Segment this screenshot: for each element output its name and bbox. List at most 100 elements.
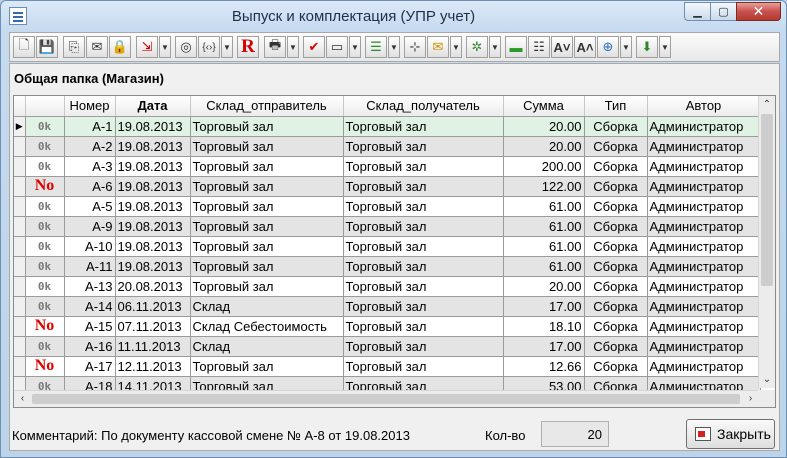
header-date[interactable]: Дата [115,96,191,117]
sum-cell: 61.00 [503,236,585,257]
gear-icon[interactable]: ✲ [466,36,488,58]
table-row[interactable]: 0k А-11 19.08.2013 Торговый зал Торговый зал… [14,256,761,277]
envelope-dropdown-icon[interactable]: ▼ [450,36,462,58]
receiver-cell: Торговый зал [343,196,504,217]
vertical-scroll-thumb[interactable] [761,114,773,286]
header-number[interactable]: Номер [64,96,116,117]
brackets-dropdown-icon[interactable]: ▼ [221,36,233,58]
type-cell: Сборка [584,236,648,257]
exit-icon [695,427,711,441]
documents-grid[interactable]: Номер Дата Склад_отправитель Склад_получ… [13,95,776,408]
table-row[interactable]: ▶ 0k А-1 19.08.2013 Торговый зал Торговый зал… [14,116,761,137]
date-cell: 19.08.2013 [115,236,191,257]
scroll-up-icon[interactable]: ⌃ [759,96,775,113]
new-doc-icon[interactable]: 🗋 [13,36,35,58]
title-bar[interactable]: Выпуск и комплектация (УПР учет) ▁ ▢ ✕ [1,1,786,31]
status-cell: 0k [25,156,65,177]
close-window-button[interactable]: ✕ [736,2,781,21]
table-row[interactable]: 0k А-16 11.11.2013 Склад Торговый зал 17.00 Сб… [14,336,761,357]
table-row[interactable]: No А-17 12.11.2013 Торговый зал Торговый зал… [14,356,761,377]
header-author[interactable]: Автор [647,96,761,117]
receiver-cell: Торговый зал [343,336,504,357]
gear-dropdown-icon[interactable]: ▼ [489,36,501,58]
row-indicator [14,336,26,357]
download-dropdown-icon[interactable]: ▼ [659,36,671,58]
maximize-button[interactable]: ▢ [710,2,737,21]
list-dropdown-icon[interactable]: ▼ [388,36,400,58]
print-icon[interactable]: 🖶 [264,36,286,58]
sender-cell: Торговый зал [190,156,344,177]
import-dropdown-icon[interactable]: ▼ [159,36,171,58]
header-status[interactable] [25,96,65,117]
horizontal-scrollbar[interactable]: ‹ › [14,390,759,407]
download-icon[interactable]: ⬇ [636,36,658,58]
mail-icon[interactable]: ✉ [86,36,108,58]
scroll-down-icon[interactable]: ⌄ [759,371,775,388]
table-row[interactable]: 0k А-3 19.08.2013 Торговый зал Торговый зал 2… [14,156,761,177]
folder-icon[interactable]: ▬ [505,36,527,58]
scroll-right-icon[interactable]: › [742,391,759,407]
network-dropdown-icon[interactable]: ▼ [620,36,632,58]
table-row[interactable]: 0k А-14 06.11.2013 Склад Торговый зал 17.00 Сб… [14,296,761,317]
card-icon[interactable]: ▭ [326,36,348,58]
author-cell: Администратор [647,296,761,317]
table-row[interactable]: No А-6 19.08.2013 Торговый зал Торговый зал 1… [14,176,761,197]
lock-icon[interactable]: 🔒 [109,36,131,58]
date-cell: 19.08.2013 [115,116,191,137]
font-down-icon[interactable]: A˅ [551,36,573,58]
sum-cell: 61.00 [503,196,585,217]
print-dropdown-icon[interactable]: ▼ [287,36,299,58]
status-cell: 0k [25,336,65,357]
status-cell: 0k [25,116,65,137]
copy-icon[interactable]: ⎘ [63,36,85,58]
font-up-icon[interactable]: A˄ [574,36,596,58]
type-cell: Сборка [584,256,648,277]
receiver-cell: Торговый зал [343,296,504,317]
network-icon[interactable]: ⊕ [597,36,619,58]
number-cell: А-13 [64,276,116,297]
receiver-cell: Торговый зал [343,256,504,277]
author-cell: Администратор [647,236,761,257]
sender-cell: Торговый зал [190,176,344,197]
check-icon[interactable]: ✔ [303,36,325,58]
date-cell: 19.08.2013 [115,256,191,277]
status-cell: 0k [25,216,65,237]
envelope-icon[interactable]: ✉ [427,36,449,58]
type-cell: Сборка [584,316,648,337]
table-row[interactable]: 0k А-5 19.08.2013 Торговый зал Торговый зал 6… [14,196,761,217]
save-icon[interactable]: 💾 [36,36,58,58]
scroll-left-icon[interactable]: ‹ [14,391,31,407]
author-cell: Администратор [647,256,761,277]
header-sum[interactable]: Сумма [503,96,585,117]
horizontal-scroll-thumb[interactable] [32,394,740,404]
list-color-icon[interactable]: ☰ [365,36,387,58]
receiver-cell: Торговый зал [343,176,504,197]
r-icon[interactable]: R [237,36,259,58]
receiver-cell: Торговый зал [343,136,504,157]
status-cell: 0k [25,256,65,277]
table-row[interactable]: 0k А-2 19.08.2013 Торговый зал Торговый зал 2… [14,136,761,157]
binoculars-icon[interactable]: ◎ [175,36,197,58]
header-receiver[interactable]: Склад_получатель [343,96,504,117]
table-row[interactable]: 0k А-10 19.08.2013 Торговый зал Торговый зал… [14,236,761,257]
sender-cell: Торговый зал [190,356,344,377]
status-cell: No [25,176,65,197]
type-cell: Сборка [584,116,648,137]
card-dropdown-icon[interactable]: ▼ [349,36,361,58]
vertical-scrollbar[interactable]: ⌃ ⌄ [758,96,775,388]
table-row[interactable]: 0k А-13 20.08.2013 Торговый зал Торговый зал… [14,276,761,297]
tree-icon[interactable]: ⊹ [404,36,426,58]
minimize-button[interactable]: ▁ [684,2,711,21]
table-row[interactable]: 0k А-9 19.08.2013 Торговый зал Торговый зал 6… [14,216,761,237]
import-icon[interactable]: ⇲ [136,36,158,58]
scroll-corner [758,390,775,407]
brackets-icon[interactable]: {‹›} [198,36,220,58]
author-cell: Администратор [647,156,761,177]
header-type[interactable]: Тип [584,96,648,117]
header-sender[interactable]: Склад_отправитель [190,96,344,117]
row-indicator [14,296,26,317]
number-cell: А-17 [64,356,116,377]
table-row[interactable]: No А-15 07.11.2013 Склад Себестоимость Торго… [14,316,761,337]
columns-icon[interactable]: ☷ [528,36,550,58]
close-button[interactable]: Закрыть [686,419,775,449]
